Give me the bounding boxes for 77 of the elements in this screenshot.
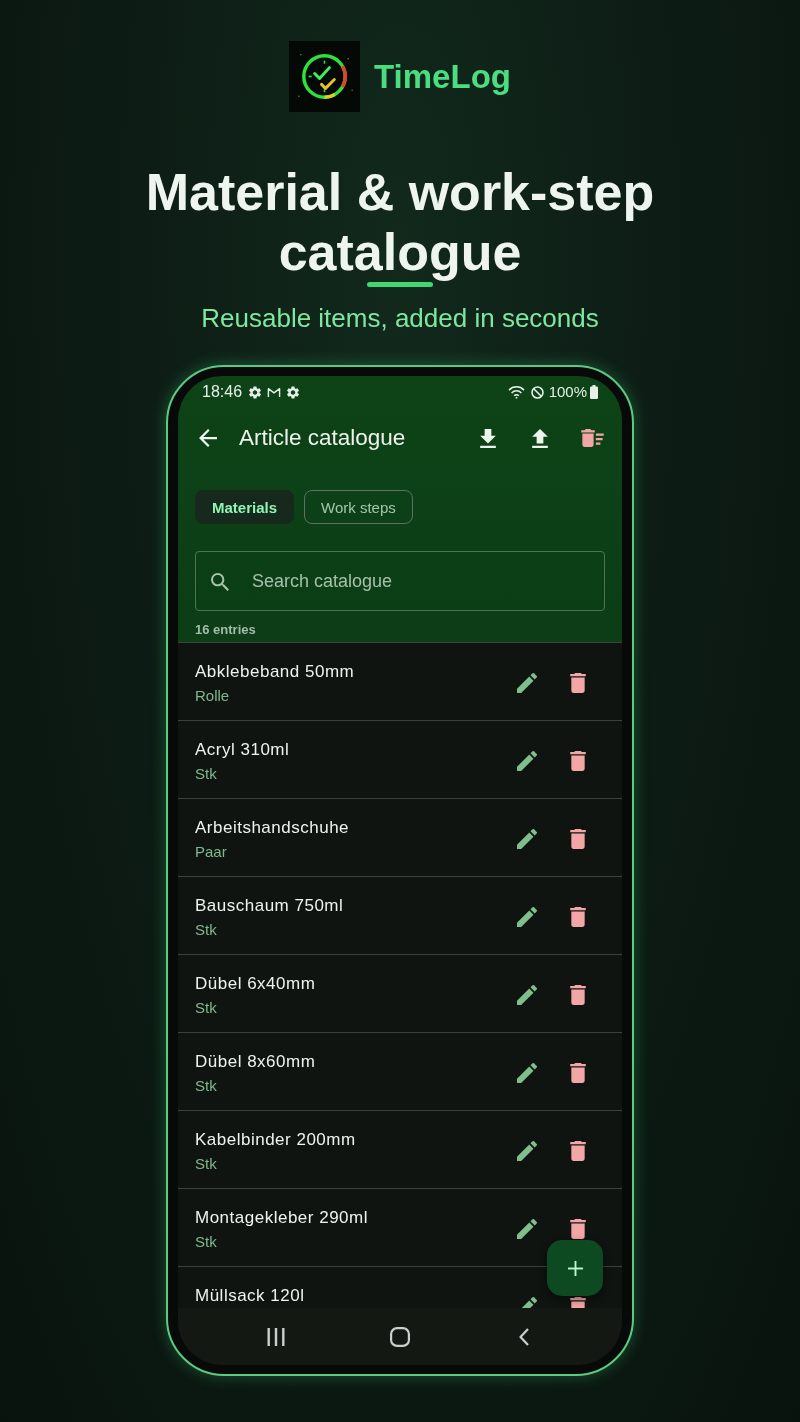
trash-icon [570, 985, 586, 1005]
item-unit: Stk [195, 764, 217, 784]
delete-button[interactable] [570, 985, 586, 1005]
trash-icon [570, 1219, 586, 1239]
delete-button[interactable] [570, 1219, 586, 1239]
home-icon[interactable] [390, 1326, 410, 1347]
edit-button[interactable] [517, 985, 537, 1005]
status-time: 18:46 [202, 382, 243, 402]
category-tab[interactable]: Work steps [304, 490, 413, 524]
trash-icon [570, 751, 586, 771]
trash-lines-icon [580, 429, 604, 447]
gear-icon [287, 385, 300, 399]
item-name: Acryl 310ml [195, 739, 290, 761]
pencil-icon [517, 1141, 537, 1161]
back-chevron-icon[interactable] [519, 1327, 529, 1346]
recent-apps-icon[interactable] [267, 1327, 285, 1346]
battery-percentage: 100% [548, 382, 587, 402]
mail-icon [267, 386, 282, 398]
edit-button[interactable] [517, 1219, 537, 1239]
item-name: Dübel 8x60mm [195, 1051, 316, 1073]
item-unit: Paar [195, 842, 227, 862]
trash-icon [570, 907, 586, 927]
trash-icon [570, 1141, 586, 1161]
item-unit: Stk [195, 1154, 217, 1174]
accent-underline [367, 282, 433, 287]
pencil-icon [517, 1219, 537, 1239]
add-button[interactable] [547, 1240, 603, 1296]
item-unit: Rolle [195, 686, 230, 706]
subtitle: Reusable items, added in seconds [201, 302, 599, 334]
screen-title: Article catalogue [239, 424, 406, 452]
pencil-icon [517, 829, 537, 849]
item-name: Dübel 6x40mm [195, 973, 316, 995]
clock-logo-icon [289, 41, 361, 112]
item-name: Montagekleber 290ml [195, 1207, 368, 1229]
delete-button[interactable] [570, 907, 586, 927]
trash-icon [570, 673, 586, 693]
battery-icon [590, 385, 598, 399]
edit-button[interactable] [517, 1063, 537, 1083]
plus-icon [566, 1259, 584, 1277]
item-unit: Stk [195, 998, 217, 1018]
pencil-icon [517, 985, 537, 1005]
item-unit: Stk [195, 920, 217, 940]
pencil-icon [517, 907, 537, 927]
wifi-icon [507, 385, 525, 399]
edit-button[interactable] [517, 907, 537, 927]
edit-button[interactable] [517, 1141, 537, 1161]
upload-icon [532, 428, 548, 448]
item-name: Kabelbinder 200mm [195, 1129, 356, 1151]
trash-icon [570, 1063, 586, 1083]
gear-icon [249, 385, 262, 399]
search-field[interactable]: Search catalogue [195, 551, 605, 611]
headline: Material & work-step catalogue [144, 162, 656, 282]
item-name: Arbeitshandschuhe [195, 817, 350, 839]
delete-button[interactable] [570, 1063, 586, 1083]
item-unit: Stk [195, 1076, 217, 1096]
delete-button[interactable] [570, 1141, 586, 1161]
entry-count: 16 entries [195, 621, 256, 639]
do-not-disturb-icon [530, 385, 544, 399]
delete-button[interactable] [570, 673, 586, 693]
item-unit: Stk [195, 1232, 217, 1252]
pencil-icon [517, 1063, 537, 1083]
search-icon [211, 573, 229, 591]
edit-button[interactable] [517, 673, 537, 693]
back-arrow-icon [199, 429, 217, 447]
category-tab[interactable]: Materials [195, 490, 295, 524]
trash-icon [570, 829, 586, 849]
delete-button[interactable] [570, 829, 586, 849]
item-name: Bauschaum 750ml [195, 895, 344, 917]
edit-button[interactable] [517, 751, 537, 771]
delete-button[interactable] [570, 751, 586, 771]
download-icon [480, 428, 496, 448]
edit-button[interactable] [517, 829, 537, 849]
item-name: Müllsack 120l [195, 1285, 305, 1307]
app-name: TimeLog [374, 56, 511, 97]
pencil-icon [517, 751, 537, 771]
pencil-icon [517, 673, 537, 693]
item-name: Abklebeband 50mm [195, 661, 355, 683]
